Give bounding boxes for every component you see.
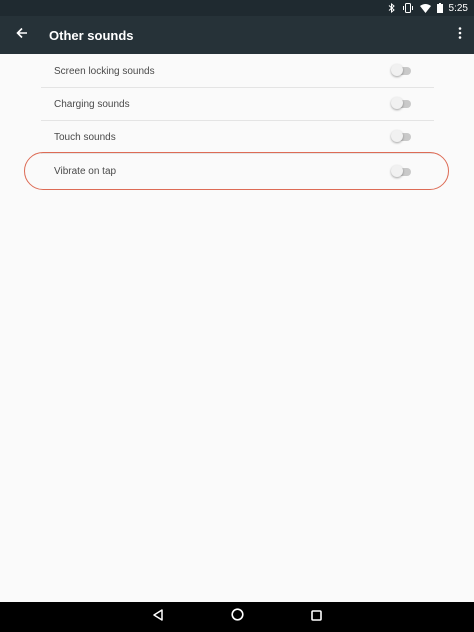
vibrate-icon xyxy=(402,3,414,13)
touch-sounds-switch[interactable] xyxy=(391,130,413,144)
charging-sounds-switch[interactable] xyxy=(391,97,413,111)
setting-row-touch-sounds[interactable]: Touch sounds xyxy=(41,121,434,154)
nav-back-button[interactable] xyxy=(119,602,198,632)
recents-square-icon xyxy=(310,608,322,626)
arrow-back-icon xyxy=(16,26,28,44)
setting-row-screen-locking-sounds[interactable]: Screen locking sounds xyxy=(41,55,434,88)
more-vert-icon xyxy=(458,26,462,44)
status-time: 5:25 xyxy=(448,2,468,14)
highlight-outline xyxy=(24,152,449,190)
app-bar: Other sounds xyxy=(0,16,474,54)
nav-home-button[interactable] xyxy=(198,602,277,632)
nav-recents-button[interactable] xyxy=(277,602,356,632)
bluetooth-icon xyxy=(388,3,396,13)
more-options-button[interactable] xyxy=(446,16,474,54)
back-button[interactable] xyxy=(0,16,44,54)
setting-label: Touch sounds xyxy=(54,131,116,143)
status-bar: 5:25 xyxy=(0,0,474,16)
battery-icon xyxy=(436,3,443,13)
switch-thumb xyxy=(391,97,403,109)
setting-label: Charging sounds xyxy=(54,98,130,110)
setting-row-charging-sounds[interactable]: Charging sounds xyxy=(41,88,434,121)
wifi-icon xyxy=(419,3,431,13)
setting-label: Screen locking sounds xyxy=(54,65,155,77)
navigation-bar xyxy=(0,602,474,632)
page-title: Other sounds xyxy=(49,27,134,43)
back-triangle-icon xyxy=(152,608,164,626)
switch-thumb xyxy=(391,130,403,142)
home-circle-icon xyxy=(230,608,244,626)
screen-locking-sounds-switch[interactable] xyxy=(391,64,413,78)
switch-thumb xyxy=(391,64,403,76)
